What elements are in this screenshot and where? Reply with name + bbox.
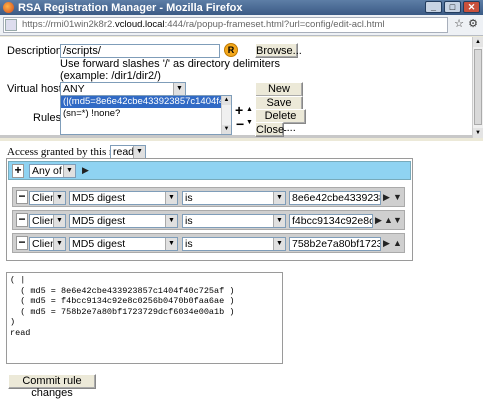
browse-button[interactable]: Browse... (255, 43, 302, 58)
rsa-r-icon: R (224, 43, 238, 57)
url-host: vcloud.local (114, 19, 165, 30)
remove-condition-button[interactable]: − (16, 190, 28, 204)
move-rule-down-icon[interactable]: ▼ (246, 119, 253, 126)
attribute-value: MD5 digest (72, 238, 126, 250)
operator-value: is (185, 215, 193, 227)
url-prefix: https://rmi01win2k8r2. (22, 19, 115, 30)
virtual-host-value: ANY (63, 83, 85, 95)
digest-value: 8e6e42cbe433923857c1404f40c725af (292, 192, 381, 204)
site-identity-icon[interactable] (5, 19, 17, 31)
attribute-select[interactable]: MD5 digest ▼ (69, 237, 178, 251)
collapse-arrow-icon[interactable]: ▶ (82, 165, 89, 176)
chevron-down-icon: ▼ (53, 238, 65, 250)
chevron-down-icon: ▼ (273, 238, 285, 250)
url-field[interactable]: https://rmi01win2k8r2.vcloud.local:444/r… (3, 17, 448, 33)
subject-select[interactable]: Client ▼ (29, 214, 66, 228)
expression-line: read (10, 327, 31, 338)
attribute-select[interactable]: MD5 digest ▼ (69, 214, 178, 228)
maximize-button[interactable]: □ (444, 1, 461, 13)
chevron-down-icon: ▼ (165, 215, 177, 227)
settings-scrollbar[interactable]: ▲ ▼ (472, 37, 483, 138)
description-label: Description: (7, 45, 66, 57)
expression-line: ( md5 = 758b2e7a80bf1723729dcf6034e00a1b… (10, 306, 235, 317)
minimize-button[interactable]: _ (425, 1, 442, 13)
digest-value-input[interactable]: 758b2e7a80bf1723729dcf6034e00a1b (289, 237, 381, 251)
any-of-group-bar: + Any of ▼ ▶ (8, 161, 411, 180)
expression-line: ( | (10, 275, 26, 285)
condition-row: − Client ▼ MD5 digest ▼ is ▼ 8e6e42cbe43392… (12, 187, 405, 207)
add-condition-button[interactable]: + (12, 164, 24, 178)
operator-select[interactable]: is ▼ (182, 214, 286, 228)
hint-line-1: Use forward slashes '/' as directory del… (60, 58, 280, 70)
chevron-down-icon: ▼ (133, 146, 145, 158)
title-bar: RSA Registration Manager - Mozilla Firef… (0, 0, 483, 15)
close-window-button[interactable]: ✕ (463, 1, 480, 13)
chevron-down-icon: ▼ (53, 215, 65, 227)
condition-row: − Client ▼ MD5 digest ▼ is ▼ f4bcc9134c92e8… (12, 210, 405, 230)
rule-item[interactable]: (|(md5=8e6e42cbe433923857c1404f40c725af)… (61, 96, 222, 108)
group-operator-value: Any of (32, 165, 62, 177)
move-up-icon[interactable]: ▲ (393, 238, 402, 248)
remove-condition-button[interactable]: − (16, 236, 28, 250)
scroll-down-icon[interactable]: ▼ (473, 128, 483, 138)
chevron-down-icon: ▼ (53, 192, 65, 204)
expression-line: ) (10, 317, 16, 327)
attribute-value: MD5 digest (72, 192, 126, 204)
firefox-icon (3, 2, 14, 13)
expression-line: ( md5 = 8e6e42cbe433923857c1404f40c725af… (10, 285, 235, 296)
digest-value-input[interactable]: f4bcc9134c92e8c0256b0470b0faa6ae (289, 214, 373, 228)
digest-value: 758b2e7a80bf1723729dcf6034e00a1b (292, 238, 381, 250)
access-select[interactable]: read ▼ (110, 145, 146, 159)
description-input[interactable] (60, 44, 220, 58)
commit-rule-changes-button[interactable]: Commit rule changes (8, 374, 96, 399)
chevron-down-icon: ▼ (273, 192, 285, 204)
rule-item[interactable]: (sn=*) !none? (61, 108, 222, 120)
attribute-value: MD5 digest (72, 215, 126, 227)
chevron-down-icon: ▼ (165, 192, 177, 204)
operator-value: is (185, 192, 193, 204)
move-down-icon[interactable]: ▼ (393, 192, 402, 202)
operator-select[interactable]: is ▼ (182, 237, 286, 251)
scroll-up-icon[interactable]: ▲ (473, 37, 483, 47)
group-operator-select[interactable]: Any of ▼ (29, 164, 76, 178)
chevron-down-icon: ▼ (173, 83, 185, 95)
subject-select[interactable]: Client ▼ (29, 191, 66, 205)
tools-menu-icon[interactable]: ⚙ (466, 17, 480, 31)
move-rule-up-icon[interactable]: ▲ (246, 106, 253, 113)
condition-row: − Client ▼ MD5 digest ▼ is ▼ 758b2e7a80bf17… (12, 233, 405, 253)
move-up-icon[interactable]: ▲ (384, 215, 393, 225)
url-suffix: :444/ra/popup-frameset.html?url=config/e… (164, 19, 385, 30)
scroll-up-icon[interactable]: ▲ (222, 96, 231, 105)
expand-arrow-icon[interactable]: ▶ (375, 215, 382, 226)
expression-line: ( md5 = f4bcc9134c92e8c0256b0470b0faa6ae… (10, 296, 235, 306)
scroll-down-icon[interactable]: ▼ (222, 125, 231, 134)
digest-value-input[interactable]: 8e6e42cbe433923857c1404f40c725af (289, 191, 381, 205)
move-down-icon[interactable]: ▼ (393, 215, 402, 225)
close-button[interactable]: Close (255, 122, 284, 137)
expand-arrow-icon[interactable]: ▶ (383, 238, 390, 249)
address-bar-area: https://rmi01win2k8r2.vcloud.local:444/r… (0, 15, 483, 36)
chevron-down-icon: ▼ (273, 215, 285, 227)
virtual-host-select[interactable]: ANY ▼ (60, 82, 186, 96)
virtual-host-label: Virtual host: (7, 83, 65, 95)
access-value: read (113, 146, 135, 158)
rule-expression-preview[interactable]: ( | ( md5 = 8e6e42cbe433923857c1404f40c7… (6, 272, 283, 364)
expand-arrow-icon[interactable]: ▶ (383, 192, 390, 203)
operator-value: is (185, 238, 193, 250)
scroll-thumb[interactable] (474, 49, 482, 125)
rules-scrollbar[interactable]: ▲ ▼ (221, 96, 231, 134)
hint-line-2: (example: /dir1/dir2/) (60, 70, 161, 82)
remove-condition-button[interactable]: − (16, 213, 28, 227)
subject-select[interactable]: Client ▼ (29, 237, 66, 251)
chevron-down-icon: ▼ (165, 238, 177, 250)
digest-value: f4bcc9134c92e8c0256b0470b0faa6ae (292, 215, 373, 227)
operator-select[interactable]: is ▼ (182, 191, 286, 205)
attribute-select[interactable]: MD5 digest ▼ (69, 191, 178, 205)
new-host-button[interactable]: New host... (255, 82, 303, 107)
remove-rule-button[interactable]: − (236, 116, 244, 132)
window-title: RSA Registration Manager - Mozilla Firef… (18, 1, 243, 14)
chevron-down-icon: ▼ (63, 165, 75, 177)
rules-listbox[interactable]: (|(md5=8e6e42cbe433923857c1404f40c725af)… (60, 95, 232, 135)
bookmark-star-icon[interactable]: ☆ (452, 17, 466, 31)
